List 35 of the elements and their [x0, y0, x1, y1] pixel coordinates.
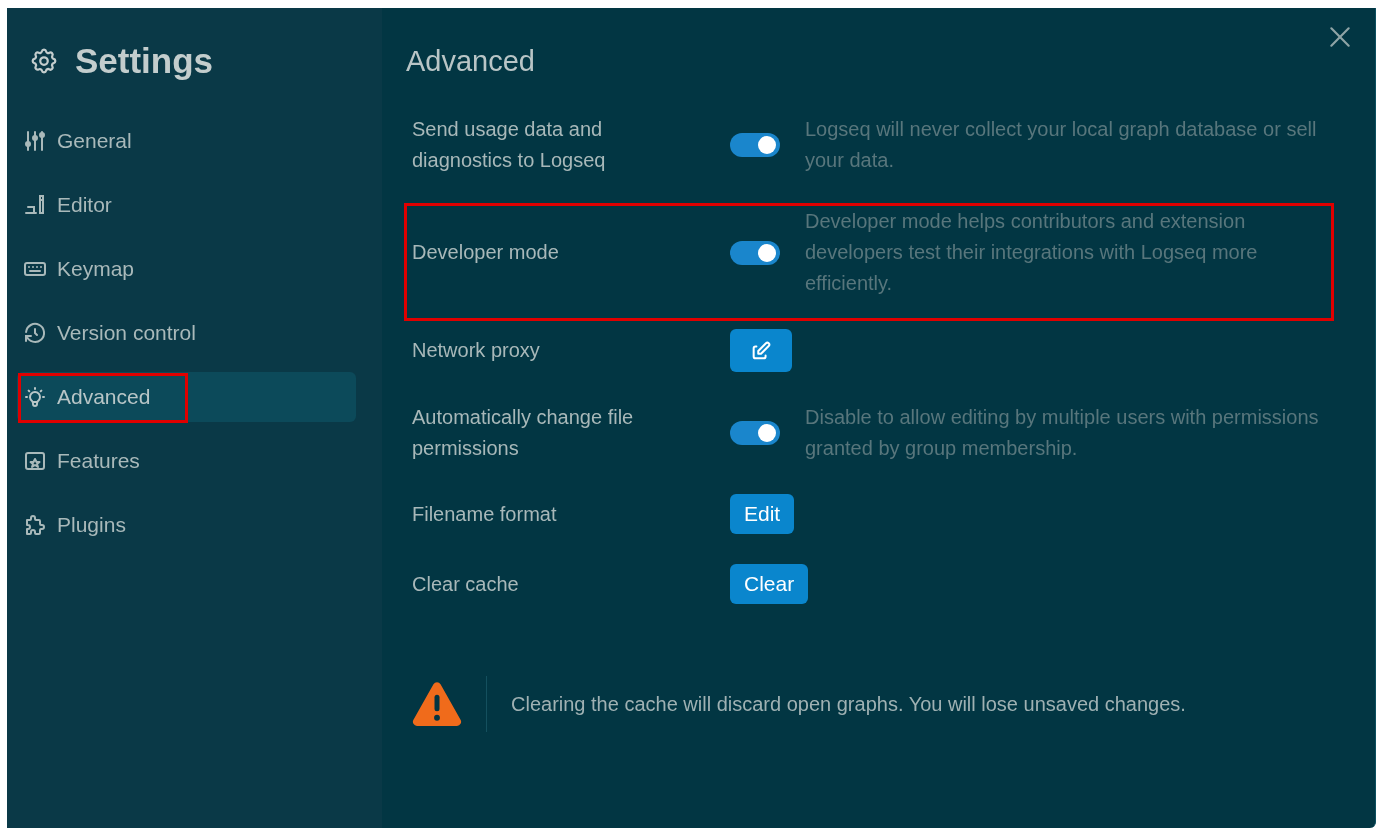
toggle-switch[interactable]: [730, 133, 780, 157]
action-button[interactable]: Clear: [730, 564, 809, 604]
setting-label: Automatically change file permissions: [412, 405, 635, 461]
edit-icon: [750, 339, 772, 362]
puzzle-icon: [23, 513, 47, 537]
nav-item[interactable]: Features: [17, 436, 356, 486]
nav-item[interactable]: Plugins: [17, 500, 356, 550]
setting-label: Filename format: [412, 501, 558, 527]
warning-icon: [412, 681, 462, 727]
close-icon[interactable]: [1327, 24, 1353, 50]
pen-icon: [23, 193, 47, 217]
setting-description: Disable to allow editing by multiple users with permissions granted by group membership.: [805, 405, 1320, 461]
nav-item[interactable]: Version control: [17, 308, 356, 358]
edit-button[interactable]: [730, 329, 792, 372]
toggle-switch[interactable]: [730, 240, 780, 265]
page-title: Advanced: [406, 43, 535, 79]
nav-item[interactable]: Editor: [17, 180, 356, 230]
setting-label: Send usage data and diagnostics to Logseq: [412, 117, 607, 173]
lightbulb-icon: [23, 385, 47, 409]
nav-item[interactable]: Keymap: [17, 244, 356, 294]
history-icon: [23, 321, 47, 345]
setting-description: Developer mode helps contributors and extension developers test their integrations with Logseq more efficiently.: [805, 209, 1259, 296]
setting-description: Logseq will never collect your local graph database or sell your data.: [805, 117, 1318, 173]
setting-label: Network proxy: [412, 338, 541, 363]
settings-icon: [29, 46, 59, 76]
warning-message: Clearing the cache will discard open graphs. You will lose unsaved changes.: [511, 692, 1186, 716]
nav-item[interactable]: General: [17, 116, 356, 166]
action-button[interactable]: Edit: [730, 494, 795, 534]
sliders-icon: [23, 129, 47, 153]
toggle-switch[interactable]: [730, 421, 780, 445]
setting-label: Clear cache: [412, 571, 520, 597]
nav-item[interactable]: Advanced: [17, 372, 356, 422]
setting-label: Developer mode: [412, 240, 560, 265]
sidebar-title: Settings: [75, 41, 214, 81]
picture-frame-icon: [23, 449, 47, 473]
